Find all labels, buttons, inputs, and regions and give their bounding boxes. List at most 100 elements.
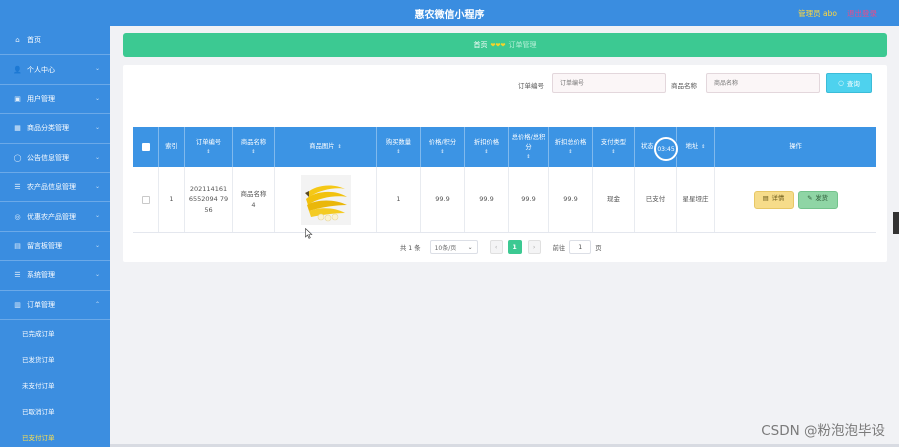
sidebar-item-system[interactable]: ☰ 系统管理 ⌄ (0, 261, 110, 291)
sidebar-item-label: 商品分类管理 (27, 124, 69, 133)
table-row[interactable]: 1 2021141616552094 7956 商品名称4 1 99.9 99.… (133, 167, 876, 233)
sort-icon[interactable]: ⇕ (611, 148, 615, 156)
announcement-icon: ◯ (13, 153, 22, 162)
column-header[interactable]: 支付类型 ⇕ (593, 127, 635, 167)
query-button-label: 查询 (846, 80, 860, 88)
order-number-input[interactable] (552, 73, 666, 93)
sidebar-item-label: 系统管理 (27, 271, 55, 280)
next-page-button[interactable]: › (527, 240, 541, 254)
query-button[interactable]: ○ 查询 (826, 73, 872, 93)
chevron-up-icon: ⌃ (94, 300, 100, 308)
column-header[interactable]: 折扣价格 ⇕ (465, 127, 509, 167)
sort-icon[interactable]: ⇕ (568, 148, 572, 156)
breadcrumb-current: 订单管理 (508, 41, 537, 49)
logout-link[interactable]: 退出登录 (847, 8, 877, 19)
table-header: 索引 订单编号 ⇕ 商品名称 ⇕ 商品图片 ⇕ 购买数量 ⇕ 价格/积分 ⇕ 折扣价格 ⇕ … (133, 127, 876, 167)
ship-button-label: 发货 (815, 195, 828, 203)
users-icon: ▣ (14, 94, 21, 103)
sidebar-item-messages[interactable]: ▤ 留言板管理 ⌄ (0, 232, 110, 262)
user-icon: 👤 (13, 65, 22, 74)
goto-label: 前往 (552, 244, 566, 252)
heart-separator-icon: ❤❤❤ (490, 41, 506, 49)
admin-user-label[interactable]: 管理员 abo (798, 8, 837, 19)
sort-icon[interactable]: ⇕ (484, 148, 488, 156)
sidebar-item-label: 优惠农产品管理 (27, 212, 76, 221)
column-header[interactable]: 商品图片 ⇕ (275, 127, 377, 167)
page-number-current[interactable]: 1 (507, 240, 522, 254)
column-header[interactable]: 价格/积分 ⇕ (421, 127, 465, 167)
prev-page-button[interactable]: ‹ (489, 240, 503, 254)
select-all-checkbox-cell (133, 127, 159, 167)
list-icon: ☰ (14, 183, 21, 192)
cell-order-number: 2021141616552094 7956 (185, 167, 233, 232)
sidebar-item-categories[interactable]: ▦ 商品分类管理 ⌄ (0, 114, 110, 144)
pagination: 共 1 条 10条/页 ⌄ ‹ 1 › 前往 1 页 (400, 239, 602, 255)
sidebar-item-profile[interactable]: 👤 个人中心 ⌄ (0, 55, 110, 85)
sort-icon[interactable]: ⇕ (206, 148, 210, 156)
sidebar-item-label: 留言板管理 (27, 241, 62, 250)
cell-product-name: 商品名称4 (233, 167, 275, 232)
breadcrumb: 首页 ❤❤❤ 订单管理 (123, 33, 887, 57)
product-name-label: 商品名称 (671, 82, 697, 90)
breadcrumb-home[interactable]: 首页 (473, 40, 487, 50)
sidebar-item-users[interactable]: ▣ 用户管理 ⌄ (0, 85, 110, 115)
app-title: 惠农微信小程序 (414, 10, 485, 21)
sidebar-subitem-cancelled-orders[interactable]: 已取消订单 (0, 397, 110, 424)
sidebar-subitem-paid-orders[interactable]: 已支付订单 (0, 423, 110, 447)
timer-badge: 03:45 (654, 137, 678, 161)
column-header[interactable]: 商品名称 ⇕ (233, 127, 275, 167)
page-size-select[interactable]: 10条/页 ⌄ (429, 240, 478, 254)
sort-icon[interactable]: ⇕ (440, 148, 444, 156)
cell-discount-price: 99.9 (465, 167, 509, 232)
sidebar-item-orders[interactable]: ▥ 订单管理 ⌃ (0, 291, 110, 320)
column-header[interactable]: 折扣总价格 ⇕ (549, 127, 593, 167)
column-header[interactable]: 地址 ⇕ (677, 127, 715, 167)
cell-actions: ▤ 详情 ✎ 发货 (715, 167, 876, 232)
sort-icon[interactable]: ⇕ (337, 143, 341, 151)
sidebar-subitem-unpaid-orders[interactable]: 未支付订单 (0, 371, 110, 398)
column-header[interactable]: 购买数量 ⇕ (377, 127, 421, 167)
settings-icon: ☰ (14, 271, 21, 280)
chevron-down-icon: ⌄ (94, 182, 100, 190)
sidebar-item-products[interactable]: ☰ 农产品信息管理 ⌄ (0, 173, 110, 203)
chevron-down-icon: ⌄ (94, 241, 100, 249)
mouse-cursor-icon (305, 228, 313, 239)
goto-page-input[interactable]: 1 (569, 240, 592, 254)
chevron-down-icon: ⌄ (94, 153, 100, 161)
row-checkbox[interactable] (141, 195, 150, 204)
column-header[interactable]: 订单编号 ⇕ (185, 127, 233, 167)
chevron-down-icon: ⌄ (94, 65, 100, 73)
sidebar-item-home[interactable]: ⌂ 首页 (0, 26, 110, 56)
cell-product-image (275, 167, 377, 232)
sort-icon[interactable]: ⇕ (526, 153, 530, 161)
detail-button[interactable]: ▤ 详情 (753, 190, 794, 209)
sidebar-subitem-completed-orders[interactable]: 已完成订单 (0, 319, 110, 346)
chevron-down-icon: ⌄ (94, 271, 100, 279)
column-header[interactable]: 总价格/总积分 ⇕ (509, 127, 549, 167)
category-icon: ▦ (14, 124, 21, 133)
sort-icon[interactable]: ⇕ (251, 148, 255, 156)
sidebar-item-discount-products[interactable]: ◎ 优惠农产品管理 ⌄ (0, 202, 110, 232)
discount-icon: ◎ (14, 212, 21, 221)
page-suffix: 页 (595, 244, 602, 252)
sort-icon[interactable]: ⇕ (396, 148, 400, 156)
sidebar-item-label: 订单管理 (27, 300, 55, 309)
cell-discount-total: 99.9 (549, 167, 593, 232)
edit-icon: ✎ (807, 195, 813, 203)
select-all-checkbox[interactable] (141, 143, 150, 151)
chevron-down-icon: ⌄ (94, 124, 100, 132)
ship-button[interactable]: ✎ 发货 (797, 190, 838, 209)
top-bar: 惠农微信小程序 管理员 abo 退出登录 (0, 0, 899, 26)
cell-address: 星星垭庄 (677, 167, 715, 232)
order-number-label: 订单编号 (518, 82, 544, 90)
sidebar-item-label: 农产品信息管理 (27, 183, 76, 192)
sidebar-item-announcements[interactable]: ◯ 公告信息管理 ⌄ (0, 144, 110, 173)
chevron-down-icon: ⌄ (94, 94, 100, 102)
side-collapse-handle[interactable] (893, 212, 899, 234)
document-icon: ▤ (762, 195, 769, 203)
sort-icon[interactable]: ⇕ (701, 143, 705, 151)
product-name-input[interactable] (706, 73, 820, 93)
product-image[interactable] (300, 174, 351, 225)
banana-image (304, 185, 347, 221)
sidebar-subitem-shipped-orders[interactable]: 已发货订单 (0, 345, 110, 372)
